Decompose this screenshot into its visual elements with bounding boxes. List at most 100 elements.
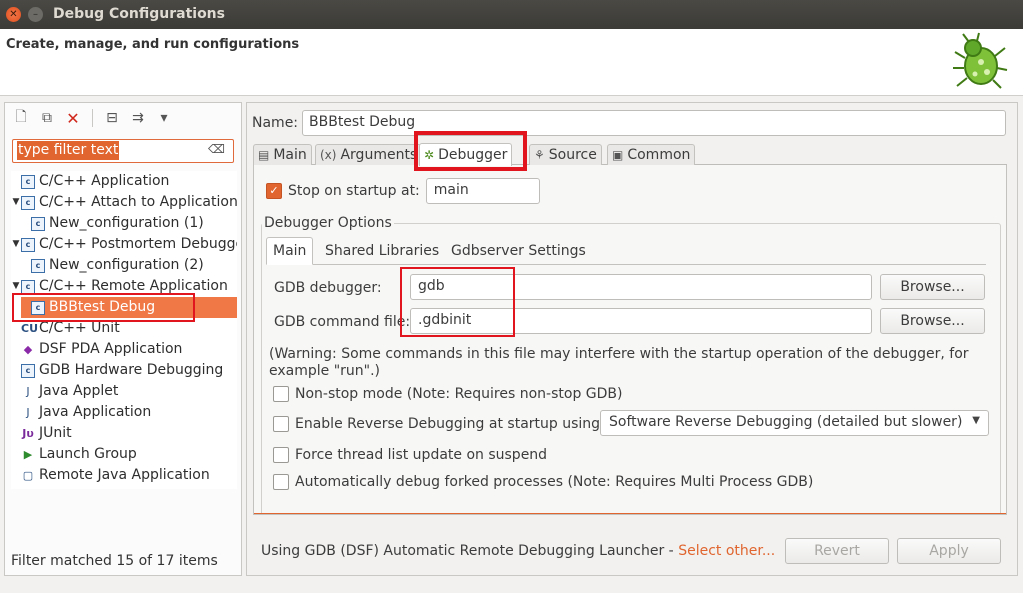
tree-item[interactable]: J Java Application [11,402,151,423]
launcher-text: Using GDB (DSF) Automatic Remote Debuggi… [261,543,679,559]
stop-on-startup-field[interactable]: main [425,178,540,204]
launcher-info: Using GDB (DSF) Automatic Remote Debuggi… [261,543,775,559]
tab-label: Common [627,147,691,163]
tree-item[interactable]: Jυ JUnit [11,423,71,444]
reverse-debugging-row: Enable Reverse Debugging at startup usin… [273,416,605,432]
tab-label: Source [548,147,597,163]
debugger-options-title: Debugger Options [262,215,394,231]
tab-main[interactable]: ▤ Main [253,144,312,165]
debugger-subtabs: Main Shared Libraries Gdbserver Settings [266,237,986,265]
tree-item[interactable]: c New_configuration (1) [21,213,204,234]
gdb-debugger-label: GDB debugger: [274,280,382,296]
junit-icon: Jυ [22,426,34,440]
remote-java-icon: ▢ [22,468,34,482]
subtab-gdbserver-settings[interactable]: Gdbserver Settings [444,237,593,265]
stop-on-startup-checkbox[interactable]: ✓ [266,183,282,199]
tree-item[interactable]: ▶ Launch Group [11,444,137,465]
revert-button[interactable]: Revert [785,538,889,564]
c-app-icon: c [21,279,35,294]
tree-item[interactable]: ▢ Remote Java Application [11,465,210,486]
tree-item[interactable]: ▼ c C/C++ Attach to Application [11,192,237,213]
auto-debug-checkbox[interactable] [273,474,289,490]
debugger-tab-panel: ✓ Stop on startup at: main Debugger Opti… [253,165,1007,515]
delete-icon[interactable]: ✕ [63,108,83,128]
tab-source[interactable]: ⚘ Source [529,144,602,165]
tree-item-label: Remote Java Application [39,467,210,483]
tree-item[interactable]: c C/C++ Application [11,171,169,192]
tree-item[interactable]: c GDB Hardware Debugging [11,360,223,381]
configuration-editor: Name: BBBtest Debug ▤ Main (x) Arguments ✲… [246,102,1018,576]
common-icon: ▣ [612,148,624,162]
name-field[interactable]: BBBtest Debug [302,110,1006,136]
header-title: Create, manage, and run configurations [6,37,300,52]
c-app-icon: c [21,174,35,189]
cunit-icon: CU [21,321,39,335]
window-title: Debug Configurations [53,6,225,22]
nonstop-checkbox[interactable] [273,386,289,402]
browse-command-file-button[interactable]: Browse... [880,308,985,334]
reverse-debugging-value: Software Reverse Debugging (detailed but… [609,414,963,430]
warning-line-1: (Warning: Some commands in this file may… [269,346,969,362]
c-app-icon: c [21,195,35,210]
auto-debug-row: Automatically debug forked processes (No… [273,474,813,490]
java-applet-icon: J [26,384,30,398]
tab-label: Debugger [438,147,508,163]
c-app-icon: c [21,237,35,252]
dialog-header: Create, manage, and run configurations [0,29,1023,96]
auto-debug-label: Automatically debug forked processes (No… [295,474,814,490]
clear-filter-icon[interactable]: ⌫ [208,142,225,156]
config-tabs: ▤ Main (x) Arguments ✲ Debugger ⚘ Source ▣ Co… [253,143,1007,166]
tab-arguments[interactable]: (x) Arguments [315,144,423,165]
tree-item-label: New_configuration (1) [49,215,204,231]
tree-item-label: C/C++ Postmortem Debugger [39,236,237,252]
launch-group-icon: ▶ [23,447,33,461]
filter-status: Filter matched 15 of 17 items [11,553,218,569]
gdb-command-file-label: GDB command file: [274,314,411,330]
select-other-link[interactable]: Select other... [678,543,775,559]
expand-arrow-icon[interactable]: ▼ [11,234,21,255]
c-app-icon: c [31,216,45,231]
close-window-button[interactable]: ✕ [6,7,21,22]
tab-common[interactable]: ▣ Common [607,144,696,165]
expand-arrow-icon[interactable]: ▼ [11,192,21,213]
force-thread-checkbox[interactable] [273,447,289,463]
filter-icon[interactable]: ⇉ [128,108,148,128]
config-toolbar: 🗋 ⧉ ✕ ⊟ ⇉ ▾ [11,107,174,129]
c-app-icon: c [31,258,45,273]
new-config-icon[interactable]: 🗋 [11,108,31,128]
force-thread-row: Force thread list update on suspend [273,447,547,463]
tree-item[interactable]: c New_configuration (2) [21,255,204,276]
title-bar: ✕ – Debug Configurations [0,0,1023,29]
apply-button[interactable]: Apply [897,538,1001,564]
highlight-gdb-fields [400,267,515,337]
nonstop-label: Non-stop mode (Note: Requires non-stop G… [295,386,623,402]
dropdown-icon[interactable]: ▾ [154,108,174,128]
reverse-debugging-label: Enable Reverse Debugging at startup usin… [295,416,605,432]
source-icon: ⚘ [534,148,545,162]
bug-icon [953,32,1008,89]
tab-debugger[interactable]: ✲ Debugger [419,143,513,166]
configuration-list-pane: 🗋 ⧉ ✕ ⊟ ⇉ ▾ type filter text ⌫ c C/C++ Ap… [4,102,242,576]
reverse-debugging-select[interactable]: Software Reverse Debugging (detailed but… [600,410,989,436]
browse-gdb-debugger-button[interactable]: Browse... [880,274,985,300]
collapse-all-icon[interactable]: ⊟ [102,108,122,128]
toolbar-divider [92,109,93,127]
configuration-tree: c C/C++ Application ▼ c C/C++ Attach to Appl… [11,171,237,489]
tree-item[interactable]: ▼ c C/C++ Postmortem Debugger [11,234,237,255]
duplicate-icon[interactable]: ⧉ [37,108,57,128]
minimize-window-button[interactable]: – [28,7,43,22]
reverse-debugging-checkbox[interactable] [273,416,289,432]
pda-icon: ◆ [23,342,33,356]
tree-item[interactable]: ◆ DSF PDA Application [11,339,183,360]
subtab-main[interactable]: Main [266,237,314,265]
tree-item-label: Java Applet [39,383,119,399]
tree-item-label: C/C++ Application [39,173,170,189]
debugger-bug-icon: ✲ [424,148,435,162]
force-thread-label: Force thread list update on suspend [295,447,548,463]
tree-item-label: C/C++ Attach to Application [39,194,237,210]
subtab-shared-libraries[interactable]: Shared Libraries [318,237,446,265]
filter-input[interactable]: type filter text ⌫ [12,139,234,163]
nonstop-row: Non-stop mode (Note: Requires non-stop G… [273,386,622,402]
tree-item[interactable]: J Java Applet [11,381,118,402]
tree-item-label: Launch Group [39,446,137,462]
